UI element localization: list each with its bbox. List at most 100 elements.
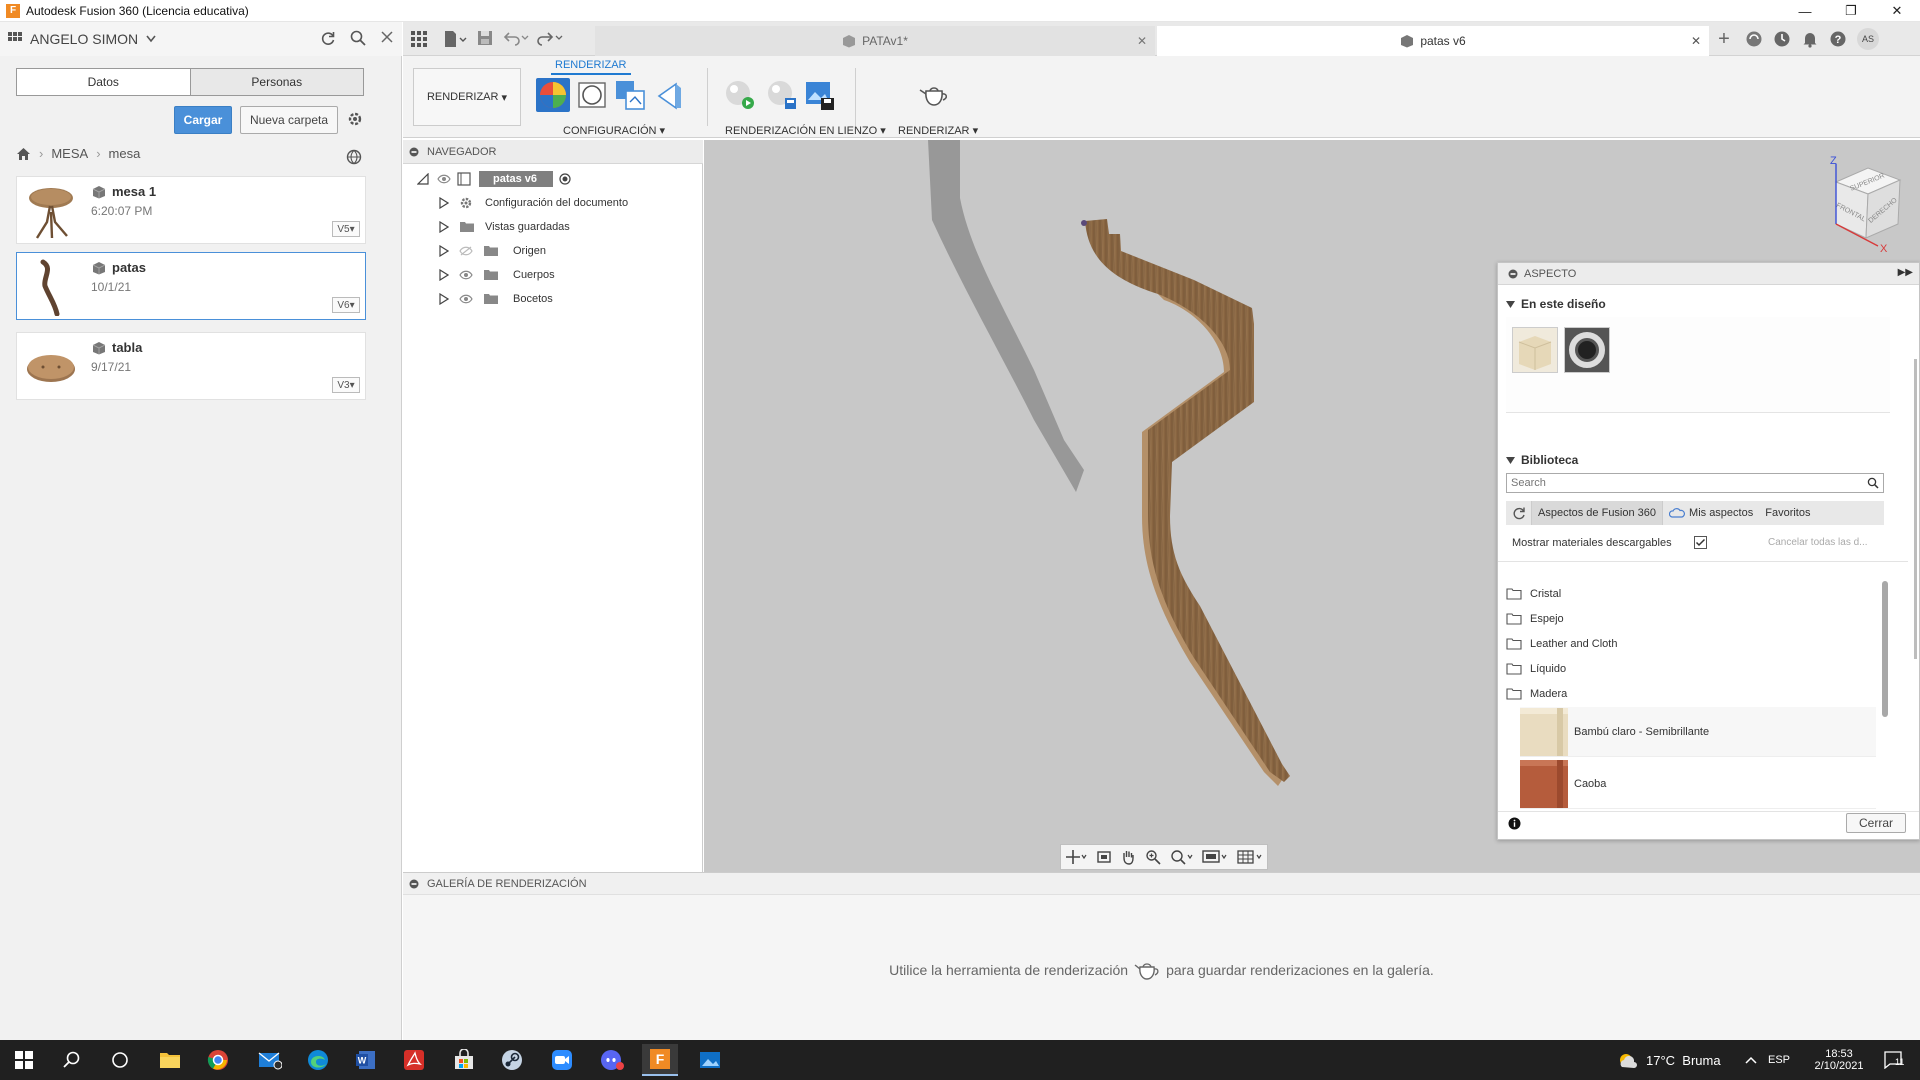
upload-button[interactable]: Cargar (174, 106, 232, 134)
search-input[interactable] (1507, 474, 1847, 492)
decal-button[interactable] (651, 78, 685, 112)
search-icon[interactable] (350, 30, 366, 46)
job-status-icon[interactable] (1773, 30, 1791, 48)
new-tab-icon[interactable]: + (1713, 28, 1735, 50)
list-item[interactable]: mesa 1 6:20:07 PM V5 ▾ (16, 176, 366, 244)
root-component-label[interactable]: patas v6 (479, 171, 554, 187)
new-folder-button[interactable]: Nueva carpeta (240, 106, 338, 134)
bamboo-swatch[interactable] (1512, 327, 1558, 373)
search-icon[interactable] (54, 1044, 90, 1076)
collapse-icon[interactable] (409, 879, 419, 889)
render-teapot-button[interactable] (917, 78, 951, 112)
tab-favorites[interactable]: Favoritos (1759, 507, 1816, 519)
breadcrumb-mesa-folder[interactable]: mesa (109, 146, 141, 161)
category-madera[interactable]: Madera (1506, 683, 1567, 705)
expand-down-icon[interactable] (417, 173, 429, 185)
list-item[interactable]: tabla 9/17/21 V3 ▾ (16, 332, 366, 400)
close-window-button[interactable]: ✕ (1874, 0, 1920, 22)
expand-icon[interactable] (439, 269, 449, 281)
tab-personas[interactable]: Personas (189, 69, 363, 95)
expand-icon[interactable] (439, 221, 449, 233)
tab-datos[interactable]: Datos (17, 69, 190, 95)
appearance-header[interactable]: ASPECTO ▶▶ (1498, 263, 1919, 285)
tree-root[interactable]: patas v6 (417, 168, 571, 190)
category-cristal[interactable]: Cristal (1506, 583, 1561, 605)
file-explorer-icon[interactable] (152, 1044, 188, 1076)
eye-hidden-icon[interactable] (459, 246, 473, 256)
navigator-header[interactable]: NAVEGADOR (403, 140, 703, 164)
tab-my-appearances[interactable]: Mis aspectos (1663, 507, 1759, 519)
table-leg-model[interactable] (1085, 219, 1290, 782)
breadcrumb-mesa-project[interactable]: MESA (51, 146, 88, 161)
eye-icon[interactable] (459, 294, 473, 304)
panel-scrollbar[interactable] (1914, 359, 1917, 659)
file-menu-icon[interactable] (443, 30, 467, 48)
chrome-icon[interactable] (200, 1044, 236, 1076)
capture-image-button[interactable] (803, 78, 837, 112)
look-at-icon[interactable] (1096, 849, 1112, 865)
in-canvas-render-button[interactable] (723, 78, 757, 112)
workspace-switcher[interactable]: RENDERIZAR ▾ (413, 68, 521, 126)
list-item[interactable]: patas 10/1/21 V6 ▾ (16, 252, 366, 320)
word-icon[interactable]: W (348, 1044, 384, 1076)
cancel-all-downloads-link[interactable]: Cancelar todas las d... (1768, 537, 1868, 548)
library-section[interactable]: Biblioteca (1506, 453, 1578, 467)
version-badge[interactable]: V6 ▾ (332, 297, 360, 313)
version-badge[interactable]: V3 ▾ (332, 377, 360, 393)
configuracion-group-label[interactable]: CONFIGURACIÓN ▾ (563, 124, 665, 137)
close-tab-icon[interactable]: ✕ (1691, 34, 1701, 48)
windows-start-icon[interactable] (6, 1044, 42, 1076)
show-downloadable-checkbox[interactable] (1694, 536, 1707, 549)
avatar[interactable]: AS (1857, 28, 1879, 50)
language-indicator[interactable]: ESP (1768, 1040, 1790, 1080)
grid-settings-icon[interactable] (1237, 849, 1263, 865)
steam-icon[interactable] (494, 1044, 530, 1076)
expand-icon[interactable] (439, 293, 449, 305)
close-tab-icon[interactable]: ✕ (1137, 34, 1147, 48)
undo-icon[interactable] (503, 30, 531, 46)
expand-panel-icon[interactable]: ▶▶ (1898, 267, 1913, 278)
tree-node-sketches[interactable]: Bocetos (439, 288, 553, 310)
eye-icon[interactable] (437, 174, 451, 184)
save-icon[interactable] (477, 30, 493, 46)
photos-icon[interactable] (692, 1044, 728, 1076)
library-search-field[interactable] (1506, 473, 1884, 493)
tree-node-origin[interactable]: Origen (439, 240, 546, 262)
render-in-canvas-group-label[interactable]: RENDERIZACIÓN EN LIENZO ▾ (725, 124, 886, 137)
tree-node-saved-views[interactable]: Vistas guardadas (439, 216, 570, 238)
material-item[interactable]: Caoba (1520, 759, 1876, 809)
texture-map-button[interactable] (613, 78, 647, 112)
tab-fusion-appearances[interactable]: Aspectos de Fusion 360 (1532, 501, 1664, 525)
tree-node-bodies[interactable]: Cuerpos (439, 264, 555, 286)
globe-icon[interactable] (346, 149, 362, 165)
notifications-bell-icon[interactable] (1801, 30, 1819, 48)
clock[interactable]: 18:53 2/10/2021 (1804, 1040, 1874, 1080)
tab-document-patas-v6[interactable]: patas v6 ✕ (1157, 26, 1709, 56)
refresh-icon[interactable] (1506, 501, 1532, 525)
fit-window-icon[interactable] (1170, 849, 1194, 865)
close-button[interactable]: Cerrar (1846, 813, 1906, 833)
edge-icon[interactable] (300, 1044, 336, 1076)
weather-widget[interactable]: 17°C Bruma (1616, 1040, 1721, 1080)
info-icon[interactable] (1508, 817, 1521, 830)
restore-button[interactable]: ❐ (1828, 0, 1874, 22)
user-menu[interactable]: ANGELO SIMON (8, 31, 156, 47)
zoom-icon[interactable] (1145, 849, 1161, 865)
category-espejo[interactable]: Espejo (1506, 608, 1564, 630)
home-icon[interactable] (16, 147, 31, 161)
gear-icon[interactable] (346, 110, 364, 128)
help-icon[interactable]: ? (1829, 30, 1847, 48)
material-item[interactable]: Bambú claro - Semibrillante (1520, 707, 1876, 757)
in-design-section[interactable]: En este diseño (1506, 297, 1606, 311)
environment-library-button[interactable] (575, 78, 609, 112)
gallery-header[interactable]: GALERÍA DE RENDERIZACIÓN (403, 873, 1920, 895)
refresh-icon[interactable] (320, 30, 336, 46)
fusion360-taskbar-icon[interactable]: F (642, 1044, 678, 1076)
data-panel-toggle-icon[interactable] (411, 31, 427, 47)
close-icon[interactable] (380, 30, 394, 46)
collapse-icon[interactable] (1508, 269, 1518, 279)
library-scrollbar[interactable] (1882, 581, 1888, 717)
minimize-button[interactable]: — (1782, 0, 1828, 22)
notification-center-icon[interactable]: 11 (1884, 1040, 1904, 1080)
category-liquido[interactable]: Líquido (1506, 658, 1566, 680)
